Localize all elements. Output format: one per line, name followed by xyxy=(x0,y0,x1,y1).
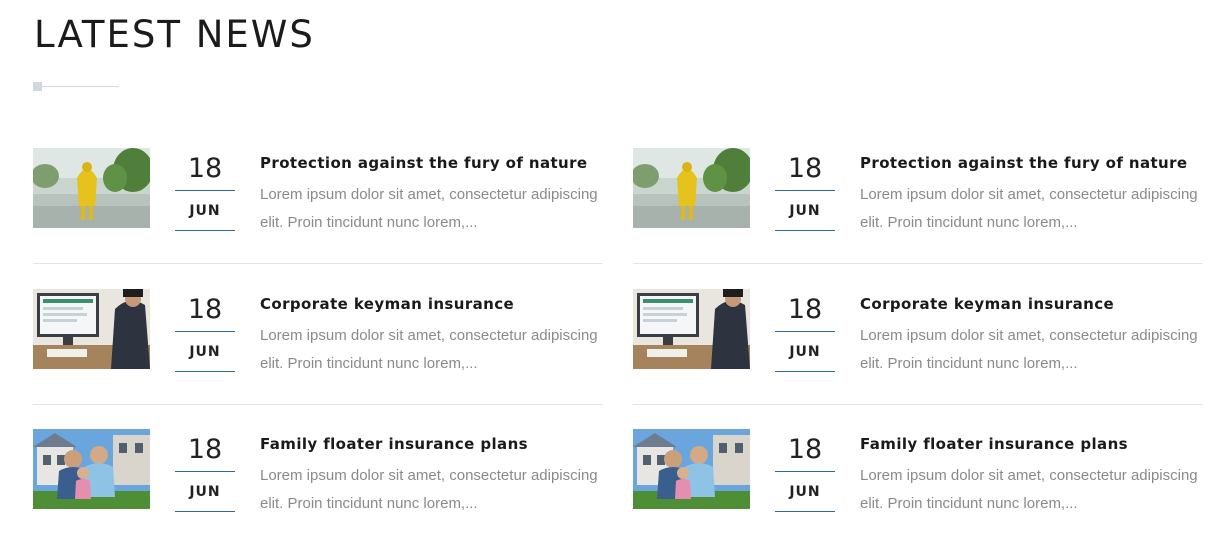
date-month: JUN xyxy=(175,332,235,372)
news-title-link[interactable]: Family floater insurance plans xyxy=(260,434,600,454)
news-title-link[interactable]: Family floater insurance plans xyxy=(860,434,1200,454)
date-day: 18 xyxy=(775,148,835,191)
news-item: 18 JUN Family floater insurance plans Lo… xyxy=(33,429,603,556)
date-month: JUN xyxy=(775,191,835,231)
news-excerpt: Lorem ipsum dolor sit amet, consectetur … xyxy=(260,186,598,231)
date-day: 18 xyxy=(175,148,235,191)
date-day: 18 xyxy=(775,429,835,472)
news-thumbnail-business[interactable] xyxy=(33,288,150,369)
news-thumbnail-family[interactable] xyxy=(33,429,150,509)
flood-photo xyxy=(633,148,750,228)
news-thumbnail-flood[interactable] xyxy=(633,148,750,228)
news-excerpt: Lorem ipsum dolor sit amet, consectetur … xyxy=(260,467,598,512)
news-item: 18 JUN Corporate keyman insurance Lorem … xyxy=(633,288,1203,430)
news-date: 18 JUN xyxy=(775,429,835,512)
news-title-link[interactable]: Protection against the fury of nature xyxy=(260,153,600,173)
divider-line xyxy=(42,86,119,87)
news-thumbnail-business[interactable] xyxy=(633,288,750,369)
business-photo xyxy=(633,288,750,369)
title-divider xyxy=(33,82,119,91)
news-title-link[interactable]: Corporate keyman insurance xyxy=(860,294,1200,314)
news-item: 18 JUN Protection against the fury of na… xyxy=(33,148,603,289)
family-photo xyxy=(633,429,750,509)
family-photo xyxy=(33,429,150,509)
date-day: 18 xyxy=(775,289,835,332)
news-date: 18 JUN xyxy=(175,289,235,372)
date-day: 18 xyxy=(175,289,235,332)
business-photo xyxy=(33,288,150,369)
flood-photo xyxy=(33,148,150,228)
news-item: 18 JUN Family floater insurance plans Lo… xyxy=(633,429,1203,556)
news-excerpt: Lorem ipsum dolor sit amet, consectetur … xyxy=(860,326,1198,372)
section-title: LATEST NEWS xyxy=(34,13,315,56)
news-thumbnail-family[interactable] xyxy=(633,429,750,509)
date-month: JUN xyxy=(175,472,235,512)
news-item: 18 JUN Corporate keyman insurance Lorem … xyxy=(33,288,603,430)
news-column-right: 18 JUN Protection against the fury of na… xyxy=(633,148,1203,556)
divider-square xyxy=(33,82,42,91)
news-title-link[interactable]: Corporate keyman insurance xyxy=(260,294,600,314)
date-month: JUN xyxy=(175,191,235,231)
news-title-link[interactable]: Protection against the fury of nature xyxy=(860,153,1200,173)
news-date: 18 JUN xyxy=(775,148,835,231)
news-date: 18 JUN xyxy=(175,148,235,231)
news-excerpt: Lorem ipsum dolor sit amet, consectetur … xyxy=(860,467,1198,512)
news-date: 18 JUN xyxy=(775,289,835,372)
news-thumbnail-flood[interactable] xyxy=(33,148,150,228)
news-item: 18 JUN Protection against the fury of na… xyxy=(633,148,1203,289)
date-day: 18 xyxy=(175,429,235,472)
news-excerpt: Lorem ipsum dolor sit amet, consectetur … xyxy=(860,186,1198,231)
date-month: JUN xyxy=(775,472,835,512)
news-excerpt: Lorem ipsum dolor sit amet, consectetur … xyxy=(260,326,598,372)
news-column-left: 18 JUN Protection against the fury of na… xyxy=(33,148,603,556)
date-month: JUN xyxy=(775,332,835,372)
news-date: 18 JUN xyxy=(175,429,235,512)
